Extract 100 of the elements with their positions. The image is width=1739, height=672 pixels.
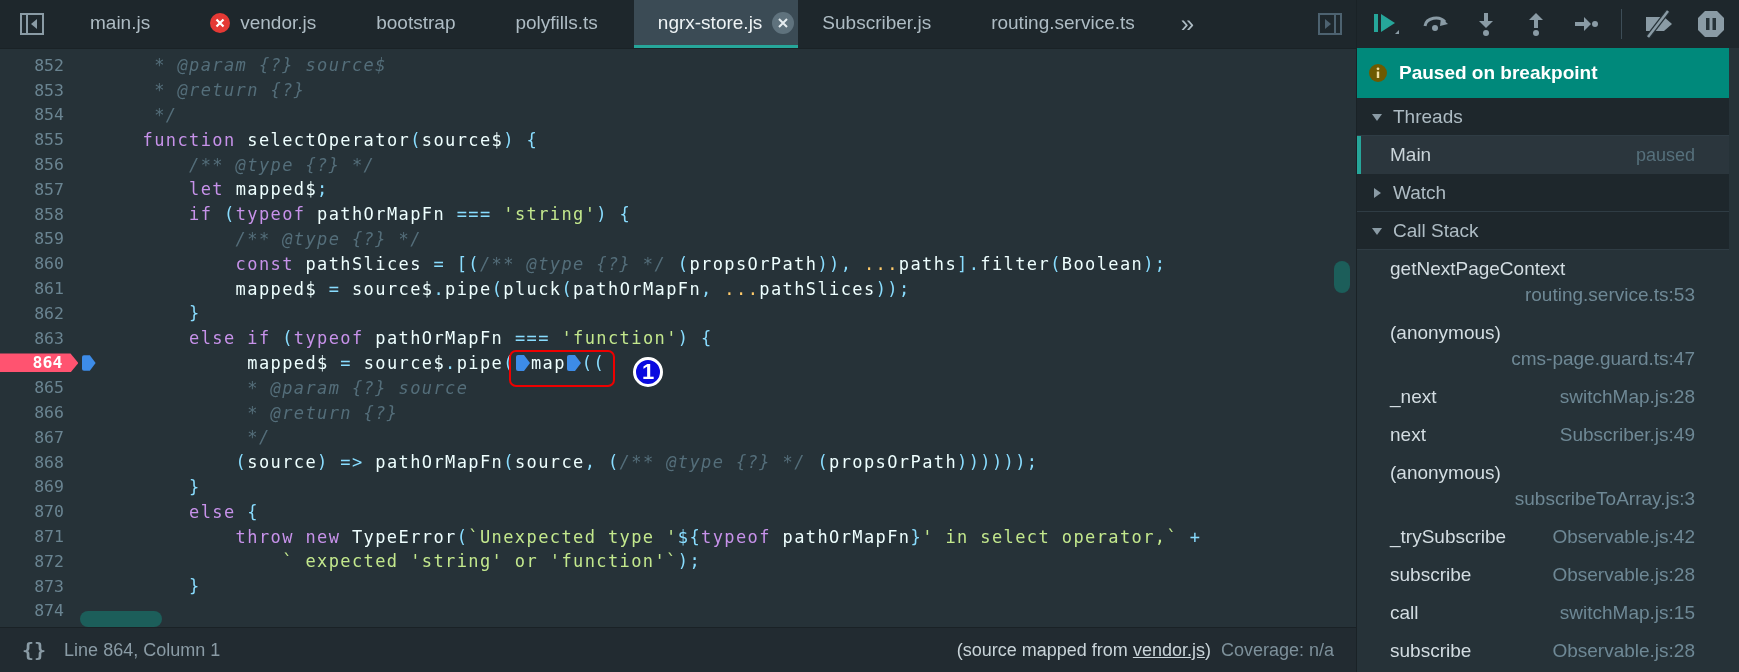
code-line: * @return {?} [246, 402, 399, 423]
line-number: 871 [33, 527, 65, 547]
frame-location[interactable]: subscribeToArray.js:3 [1514, 486, 1695, 512]
thread-name: Main [1390, 144, 1432, 166]
line-number: 860 [33, 254, 65, 274]
code-line: else if (typeof pathOrMapFn === 'function') { [188, 328, 713, 349]
cursor-position: Line 864, Column 1 [64, 639, 221, 661]
info-icon [1369, 64, 1387, 82]
code-line: */ [153, 105, 178, 125]
more-tabs-button[interactable]: » [1180, 10, 1195, 38]
section-header[interactable]: Threads [1357, 98, 1729, 136]
coverage-label: Coverage: n/a [1220, 639, 1334, 661]
file-tab[interactable]: routing.service.ts [967, 0, 1171, 48]
line-number: 866 [33, 403, 65, 423]
line-number: 861 [33, 279, 65, 299]
line-number: 868 [33, 452, 65, 472]
line-number: 873 [33, 576, 65, 596]
code-line: (( [581, 352, 606, 373]
frame-name[interactable]: getNextPageContext [1390, 256, 1566, 282]
line-number: 853 [33, 80, 65, 100]
frame-name[interactable]: subscribe [1390, 638, 1472, 664]
line-number: 859 [33, 229, 65, 249]
code-line: } [188, 576, 201, 597]
frame-name[interactable]: _trySubscribe [1390, 524, 1507, 550]
frame-name[interactable]: call [1390, 600, 1419, 626]
source-map-info: (source mapped from vendor.js) [956, 639, 1211, 661]
frame-location[interactable]: cms-page.guard.ts:47 [1511, 346, 1695, 372]
line-number: 864 [0, 353, 79, 373]
line-number: 869 [33, 477, 65, 497]
line-number: 870 [33, 502, 65, 522]
inline-breakpoint-icon[interactable] [566, 354, 581, 371]
file-tab[interactable]: vendor.js [186, 0, 353, 48]
code-line: } [188, 476, 201, 497]
line-number: 858 [33, 204, 65, 224]
source-link[interactable]: vendor.js [1132, 639, 1205, 660]
section-header[interactable]: Call Stack [1357, 212, 1729, 250]
scrollbar-thumb[interactable] [80, 611, 162, 627]
file-tab[interactable]: bootstrap [352, 0, 492, 48]
close-icon[interactable] [772, 11, 795, 34]
inline-breakpoint-icon[interactable] [515, 354, 530, 371]
line-number: 874 [33, 601, 65, 621]
code-line: map [530, 352, 566, 373]
code-line: /** @type {?} */ [188, 154, 376, 175]
code-line: /** @type {?} */ [234, 228, 422, 249]
thread-item[interactable]: Main paused [1357, 136, 1729, 174]
code-line: (source) => pathOrMapFn(source, (/** @type {?} */ (propsOrPath)))))); [234, 452, 1039, 473]
step-badge: 1 [633, 356, 664, 387]
disclosure-icon [1371, 186, 1383, 199]
code-line: if (typeof pathOrMapFn === 'string') { [188, 204, 632, 225]
code-line: * @param {?} source$ [153, 55, 387, 76]
pause-icon[interactable] [1696, 9, 1726, 39]
scrollbar-thumb[interactable] [1334, 261, 1350, 293]
frame-location[interactable]: Observable.js:28 [1552, 638, 1695, 664]
frame-location[interactable]: Observable.js:28 [1552, 562, 1695, 588]
thread-status: paused [1635, 144, 1695, 166]
breakpoint-marker-icon [82, 354, 96, 371]
frame-location[interactable]: switchMap.js:28 [1559, 384, 1695, 410]
line-number: 854 [33, 105, 65, 125]
code-line: function selectOperator(source$) { [141, 129, 539, 150]
line-number: 852 [33, 55, 65, 75]
frame-name[interactable]: next [1390, 422, 1426, 448]
sidebar-toggle-icon[interactable] [1318, 13, 1342, 35]
line-number: 872 [33, 551, 65, 571]
error-icon [210, 12, 231, 33]
line-number: 863 [33, 328, 65, 348]
code-line: mapped$ = source$.pipe(pluck(pathOrMapFn, ...pathSlices)); [234, 278, 911, 299]
section-title: Threads [1393, 105, 1463, 128]
code-line: ` expected 'string' or 'function'`); [281, 551, 702, 572]
code-line: else { [188, 501, 259, 522]
section-title: Watch [1393, 181, 1447, 204]
file-tab[interactable]: polyfills.ts [491, 0, 634, 48]
line-number: 856 [33, 155, 65, 175]
code-line: * @return {?} [153, 80, 306, 101]
section-header[interactable]: Watch [1357, 174, 1729, 212]
line-number: 857 [33, 179, 65, 199]
code-line: let mapped$; [188, 179, 329, 200]
frame-location[interactable]: routing.service.ts:53 [1524, 282, 1695, 308]
code-line: const pathSlices = [(/** @type {?} */ (propsOrPath)), ...paths].filter(Boolean); [234, 253, 1167, 274]
line-number: 855 [33, 130, 65, 150]
file-tab[interactable]: ngrx-store.js [633, 0, 799, 48]
frame-name[interactable]: subscribe [1390, 562, 1472, 588]
file-tab[interactable]: main.js [66, 0, 187, 48]
frame-location[interactable]: Observable.js:42 [1552, 524, 1695, 550]
code-line: * @param {?} source [246, 377, 469, 398]
line-number: 862 [33, 303, 65, 323]
line-number: 865 [33, 378, 65, 398]
frame-location[interactable]: Subscriber.js:49 [1559, 422, 1695, 448]
file-tab[interactable]: Subscriber.js [798, 0, 968, 48]
code-line: throw new TypeError(`Unexpected type '${typeof pathOrMapFn}' in select operator,` + [234, 526, 1202, 547]
section-title: Call Stack [1393, 219, 1479, 242]
line-number: 867 [33, 427, 65, 447]
status-message: Paused on breakpoint [1399, 62, 1598, 84]
pretty-print-button[interactable]: {} [22, 638, 47, 662]
code-line: */ [246, 427, 271, 448]
code-line: } [188, 303, 201, 324]
frame-name[interactable]: _next [1390, 384, 1437, 410]
frame-name[interactable]: (anonymous) [1390, 460, 1501, 486]
frame-name[interactable]: (anonymous) [1390, 320, 1501, 346]
sidebar-toggle-icon[interactable] [20, 13, 44, 35]
frame-location[interactable]: switchMap.js:15 [1559, 600, 1695, 626]
